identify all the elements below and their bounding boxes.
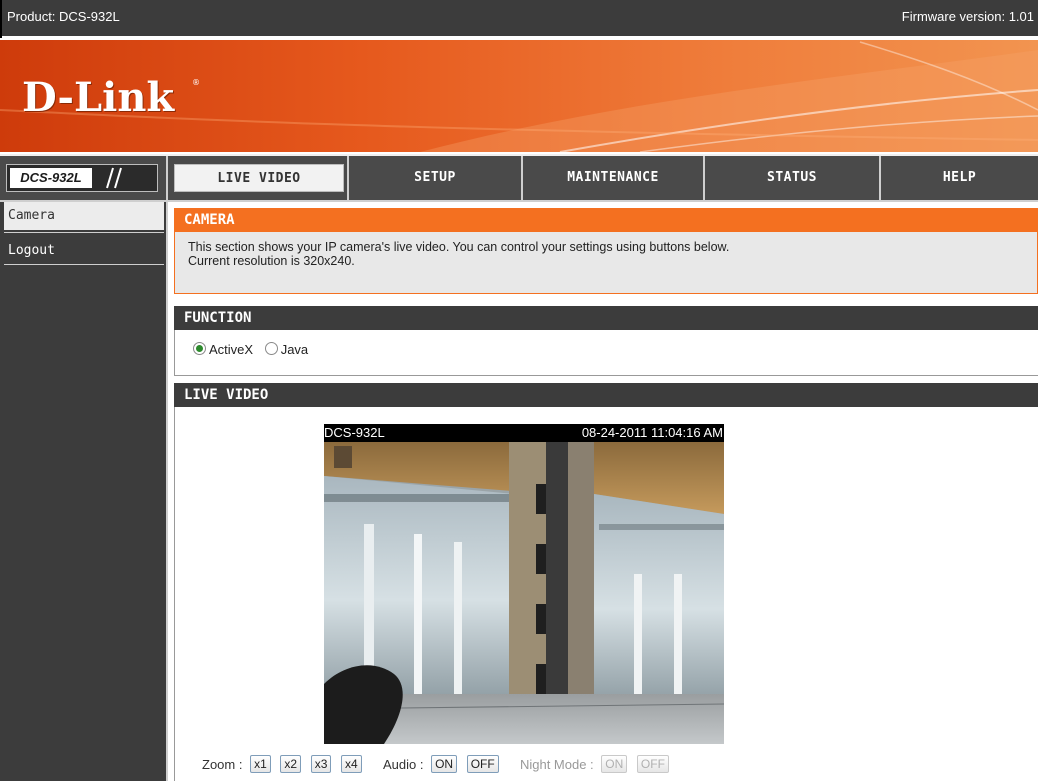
camera-image: [324, 442, 724, 744]
sidebar-item-logout[interactable]: Logout: [4, 237, 164, 265]
zoom-label: Zoom :: [202, 757, 243, 772]
zoom-x3-button[interactable]: x3: [310, 755, 332, 773]
java-label: Java: [280, 342, 309, 357]
model-label: DCS-932L: [10, 168, 92, 188]
activex-label: ActiveX: [209, 342, 254, 357]
top-bar-divider: [0, 0, 2, 38]
overlay-camera-name: DCS-932L: [324, 425, 385, 440]
activex-radio[interactable]: [193, 342, 206, 355]
audio-label: Audio :: [382, 757, 424, 772]
overlay-timestamp: 08-24-2011 11:04:16 AM: [581, 425, 723, 440]
video-overlay-caption: DCS-932L 08-24-2011 11:04:16 AM: [324, 424, 724, 442]
audio-on-button[interactable]: ON: [431, 755, 458, 773]
player-type-options: ActiveX Java: [193, 342, 316, 357]
zoom-x4-button[interactable]: x4: [341, 755, 362, 773]
slash-lines-icon: [106, 167, 122, 189]
camera-section-title: CAMERA: [174, 208, 1038, 232]
zoom-x1-button[interactable]: x1: [250, 755, 271, 773]
zoom-x2-button[interactable]: x2: [280, 755, 302, 773]
camera-description-line: This section shows your IP camera's live…: [188, 240, 730, 254]
resolution-text: Current resolution is 320x240.: [188, 254, 355, 268]
video-controls: Zoom : x1 x2 x3 x4 Audio : ON OFF Night …: [202, 754, 675, 776]
brand-banner: D-Link ®: [0, 40, 1038, 152]
main-content: CAMERA This section shows your IP camera…: [174, 202, 1038, 781]
night-mode-on-button[interactable]: ON: [601, 755, 628, 773]
tab-maintenance[interactable]: MAINTENANCE: [523, 164, 703, 192]
tab-status[interactable]: STATUS: [705, 164, 879, 192]
tab-live-video[interactable]: LIVE VIDEO: [174, 164, 344, 192]
top-bar: Product: DCS-932L Firmware version: 1.01: [0, 0, 1038, 38]
java-radio[interactable]: [264, 342, 278, 355]
night-mode-off-button[interactable]: OFF: [636, 755, 669, 773]
night-mode-label: Night Mode :: [519, 757, 594, 772]
sidebar-divider: [4, 232, 164, 233]
tab-help[interactable]: HELP: [881, 164, 1038, 192]
sidebar: Camera Logout: [0, 202, 168, 781]
sidebar-item-camera[interactable]: Camera: [4, 202, 164, 230]
live-video-section-title: LIVE VIDEO: [174, 383, 1038, 407]
tab-setup[interactable]: SETUP: [349, 164, 521, 192]
main-nav: DCS-932L LIVE VIDEO SETUP MAINTENANCE ST…: [0, 154, 1038, 202]
audio-off-button[interactable]: OFF: [466, 755, 499, 773]
function-section-title: FUNCTION: [174, 306, 1038, 330]
model-badge: DCS-932L: [6, 164, 158, 192]
live-video-feed[interactable]: DCS-932L 08-24-2011 11:04:16 AM: [324, 424, 724, 744]
camera-description: This section shows your IP camera's live…: [188, 240, 1028, 268]
firmware-version: Firmware version: 1.01: [901, 9, 1034, 24]
product-name: Product: DCS-932L: [7, 9, 120, 24]
nav-separator: [166, 156, 168, 200]
dlink-logo: D-Link: [22, 74, 175, 121]
registered-mark: ®: [192, 78, 200, 87]
